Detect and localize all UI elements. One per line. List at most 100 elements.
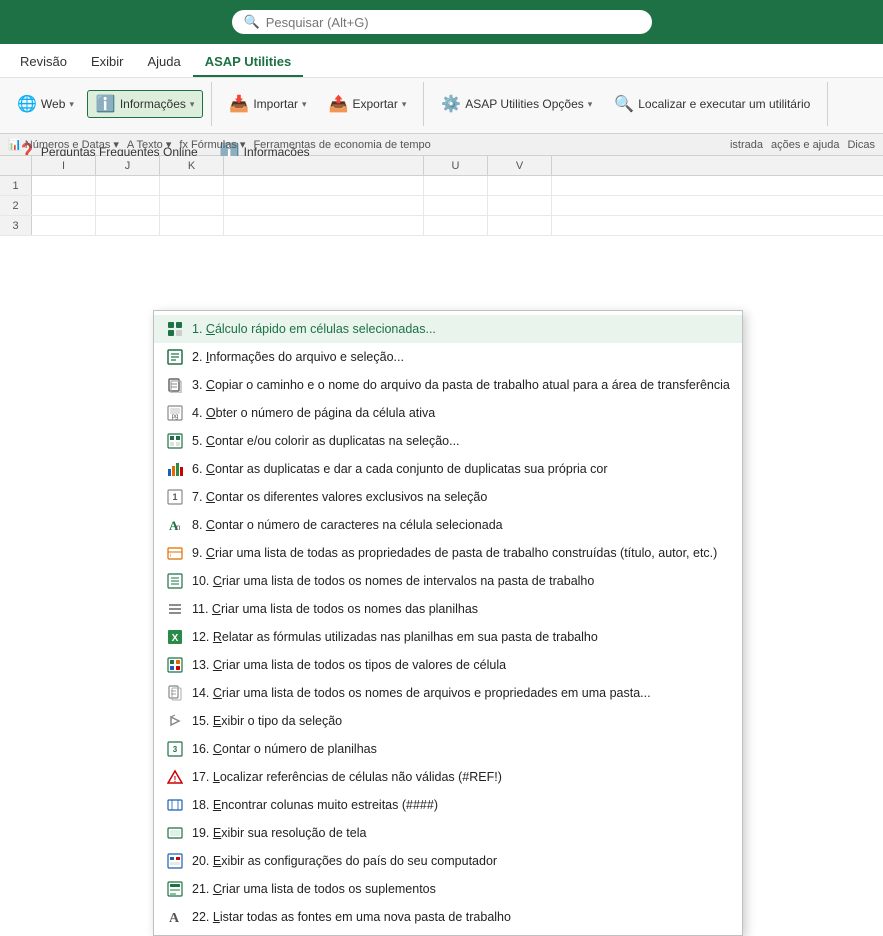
ribbon-group-options: ⚙️ ASAP Utilities Opções ▾ 🔍 Localizar e… <box>432 82 828 126</box>
menu-item-16[interactable]: 3 16. Contar o número de planilhas <box>154 735 742 763</box>
subtool-text[interactable]: A Texto ▾ <box>127 138 171 151</box>
menu-text-16: 16. Contar o número de planilhas <box>192 742 730 756</box>
menu-text-3: 3. Copiar o caminho e o nome do arquivo … <box>192 378 730 392</box>
menu-item-11[interactable]: 11. Criar uma lista de todos os nomes da… <box>154 595 742 623</box>
menu-item-9[interactable]: i 9. Criar uma lista de todas as proprie… <box>154 539 742 567</box>
cell-I3[interactable] <box>32 216 96 235</box>
menu-text-12: 12. Relatar as fórmulas utilizadas nas p… <box>192 630 730 644</box>
cell-K2[interactable] <box>160 196 224 215</box>
svg-text:A: A <box>169 911 180 925</box>
menu-item-5[interactable]: 5. Contar e/ou colorir as duplicatas na … <box>154 427 742 455</box>
cell-K1[interactable] <box>160 176 224 195</box>
menu-item-20[interactable]: 20. Exibir as configurações do país do s… <box>154 847 742 875</box>
ribbon-group-web-info: 🌐 Web ▾ ℹ️ Informações ▾ <box>8 82 212 126</box>
menu-item-21[interactable]: 21. Criar uma lista de todos os suplemen… <box>154 875 742 903</box>
tab-exibir[interactable]: Exibir <box>79 48 136 77</box>
menu-item-6[interactable]: 6. Contar as duplicatas e dar a cada con… <box>154 455 742 483</box>
search-input[interactable] <box>266 15 640 30</box>
info-button[interactable]: ℹ️ Informações ▾ <box>87 90 203 118</box>
menu-item-10[interactable]: 10. Criar uma lista de todos os nomes de… <box>154 567 742 595</box>
menu-item-15[interactable]: 15. Exibir o tipo da seleção <box>154 707 742 735</box>
export-label: Exportar <box>352 97 397 111</box>
menu-icon-5 <box>166 432 184 450</box>
menu-text-21: 21. Criar uma lista de todos os suplemen… <box>192 882 730 896</box>
web-label: Web <box>41 97 65 111</box>
menu-icon-21 <box>166 880 184 898</box>
menu-item-8[interactable]: An 8. Contar o número de caracteres na c… <box>154 511 742 539</box>
menu-text-22: 22. Listar todas as fontes em uma nova p… <box>192 910 730 924</box>
menu-item-22[interactable]: A 22. Listar todas as fontes em uma nova… <box>154 903 742 931</box>
tab-asap[interactable]: ASAP Utilities <box>193 48 303 77</box>
col-header-K: K <box>160 156 224 175</box>
tab-revisao[interactable]: Revisão <box>8 48 79 77</box>
cell-V2[interactable] <box>488 196 552 215</box>
col-header-I: I <box>32 156 96 175</box>
table-row: 2 <box>0 196 883 216</box>
find-utility-icon: 🔍 <box>614 94 634 114</box>
col-headers: I J K U V <box>0 156 883 176</box>
cell-V3[interactable] <box>488 216 552 235</box>
cell-J1[interactable] <box>96 176 160 195</box>
subtool-tools: Ferramentas de economia de tempo <box>253 139 430 151</box>
menu-icon-14 <box>166 684 184 702</box>
asap-options-button[interactable]: ⚙️ ASAP Utilities Opções ▾ <box>432 90 601 118</box>
menu-item-14[interactable]: 14. Criar uma lista de todos os nomes de… <box>154 679 742 707</box>
menu-icon-16: 3 <box>166 740 184 758</box>
subtool-tips: Dicas <box>847 139 875 151</box>
cell-gap3 <box>224 216 424 235</box>
web-dropdown-arrow: ▾ <box>69 99 74 110</box>
menu-item-13[interactable]: 13. Criar uma lista de todos os tipos de… <box>154 651 742 679</box>
menu-item-19[interactable]: 19. Exibir sua resolução de tela <box>154 819 742 847</box>
cell-gap1 <box>224 176 424 195</box>
cell-I1[interactable] <box>32 176 96 195</box>
import-label: Importar <box>253 97 298 111</box>
menu-icon-8: An <box>166 516 184 534</box>
cell-J3[interactable] <box>96 216 160 235</box>
cell-U1[interactable] <box>424 176 488 195</box>
menu-text-18: 18. Encontrar colunas muito estreitas (#… <box>192 798 730 812</box>
subtool-formulas[interactable]: fx Fórmulas ▾ <box>179 138 245 151</box>
cell-I2[interactable] <box>32 196 96 215</box>
menu-icon-1 <box>166 320 184 338</box>
menu-text-4: 4. Obter o número de página da célula at… <box>192 406 730 420</box>
export-icon: 📤 <box>329 94 349 114</box>
menu-text-19: 19. Exibir sua resolução de tela <box>192 826 730 840</box>
menu-item-17[interactable]: ! 17. Localizar referências de células n… <box>154 763 742 791</box>
menu-icon-4: pg <box>166 404 184 422</box>
find-utility-label: Localizar e executar um utilitário <box>638 97 810 111</box>
menu-icon-2 <box>166 348 184 366</box>
menu-icon-11 <box>166 600 184 618</box>
menu-text-6: 6. Contar as duplicatas e dar a cada con… <box>192 462 730 476</box>
info-dropdown-arrow: ▾ <box>190 99 195 110</box>
menu-item-1[interactable]: 1. Cálculo rápido em células selecionada… <box>154 315 742 343</box>
info-dropdown-menu: 1. Cálculo rápido em células selecionada… <box>153 310 743 936</box>
tab-ajuda[interactable]: Ajuda <box>135 48 192 77</box>
subtool-registered: istrada <box>730 139 763 151</box>
web-icon: 🌐 <box>17 94 37 114</box>
spreadsheet-area: I J K U V 1 2 3 <box>0 156 883 236</box>
menu-item-12[interactable]: X 12. Relatar as fórmulas utilizadas nas… <box>154 623 742 651</box>
menu-item-4[interactable]: pg 4. Obter o número de página da célula… <box>154 399 742 427</box>
cell-U3[interactable] <box>424 216 488 235</box>
menu-text-15: 15. Exibir o tipo da seleção <box>192 714 730 728</box>
export-button[interactable]: 📤 Exportar ▾ <box>320 90 416 118</box>
find-utility-button[interactable]: 🔍 Localizar e executar um utilitário <box>605 90 819 118</box>
menu-text-14: 14. Criar uma lista de todos os nomes de… <box>192 686 730 700</box>
menu-icon-22: A <box>166 908 184 926</box>
web-button[interactable]: 🌐 Web ▾ <box>8 90 83 118</box>
import-button[interactable]: 📥 Importar ▾ <box>220 90 315 118</box>
menu-item-18[interactable]: 18. Encontrar colunas muito estreitas (#… <box>154 791 742 819</box>
ribbon-group-import-export: 📥 Importar ▾ 📤 Exportar ▾ <box>220 82 424 126</box>
search-bar: 🔍 <box>0 0 883 44</box>
menu-text-13: 13. Criar uma lista de todos os tipos de… <box>192 658 730 672</box>
subtool-numbers[interactable]: 📊 Números e Datas ▾ <box>8 138 119 151</box>
cell-U2[interactable] <box>424 196 488 215</box>
cell-V1[interactable] <box>488 176 552 195</box>
menu-item-3[interactable]: 3. Copiar o caminho e o nome do arquivo … <box>154 371 742 399</box>
menu-item-2[interactable]: 2. Informações do arquivo e seleção... <box>154 343 742 371</box>
cell-K3[interactable] <box>160 216 224 235</box>
cell-J2[interactable] <box>96 196 160 215</box>
svg-text:X: X <box>172 633 179 644</box>
menu-item-7[interactable]: 1 7. Contar os diferentes valores exclus… <box>154 483 742 511</box>
ribbon-tabs: Revisão Exibir Ajuda ASAP Utilities <box>0 44 883 78</box>
